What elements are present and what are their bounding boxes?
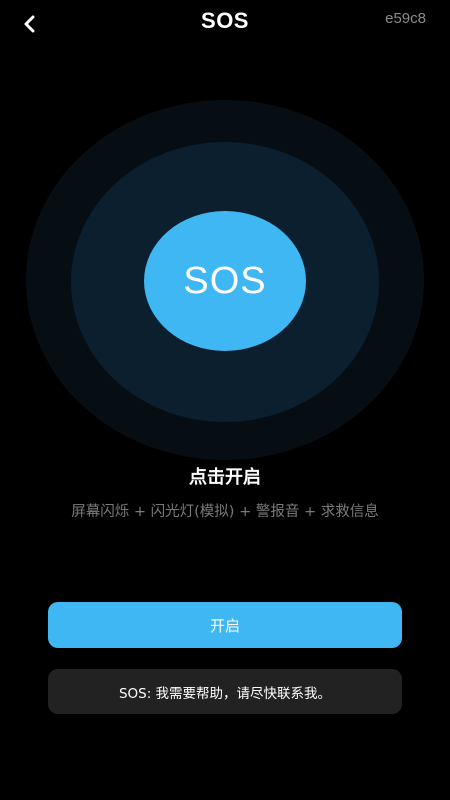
start-button[interactable]: 开启 (48, 602, 402, 648)
sos-trigger-button[interactable]: SOS (144, 211, 306, 351)
sos-screen: SOS e59c8 SOS 点击开启 屏幕闪烁 + 闪光灯(模拟) + 警报音 … (0, 0, 450, 800)
sos-message-box[interactable]: SOS: 我需要帮助，请尽快联系我。 (48, 669, 402, 714)
features-description: 屏幕闪烁 + 闪光灯(模拟) + 警报音 + 求救信息 (71, 504, 379, 520)
tap-to-start-label: 点击开启 (189, 467, 261, 488)
sos-trigger-label: SOS (183, 259, 267, 302)
top-bar: SOS e59c8 (0, 0, 450, 44)
page-title: SOS (201, 8, 249, 33)
session-code: e59c8 (385, 10, 426, 27)
